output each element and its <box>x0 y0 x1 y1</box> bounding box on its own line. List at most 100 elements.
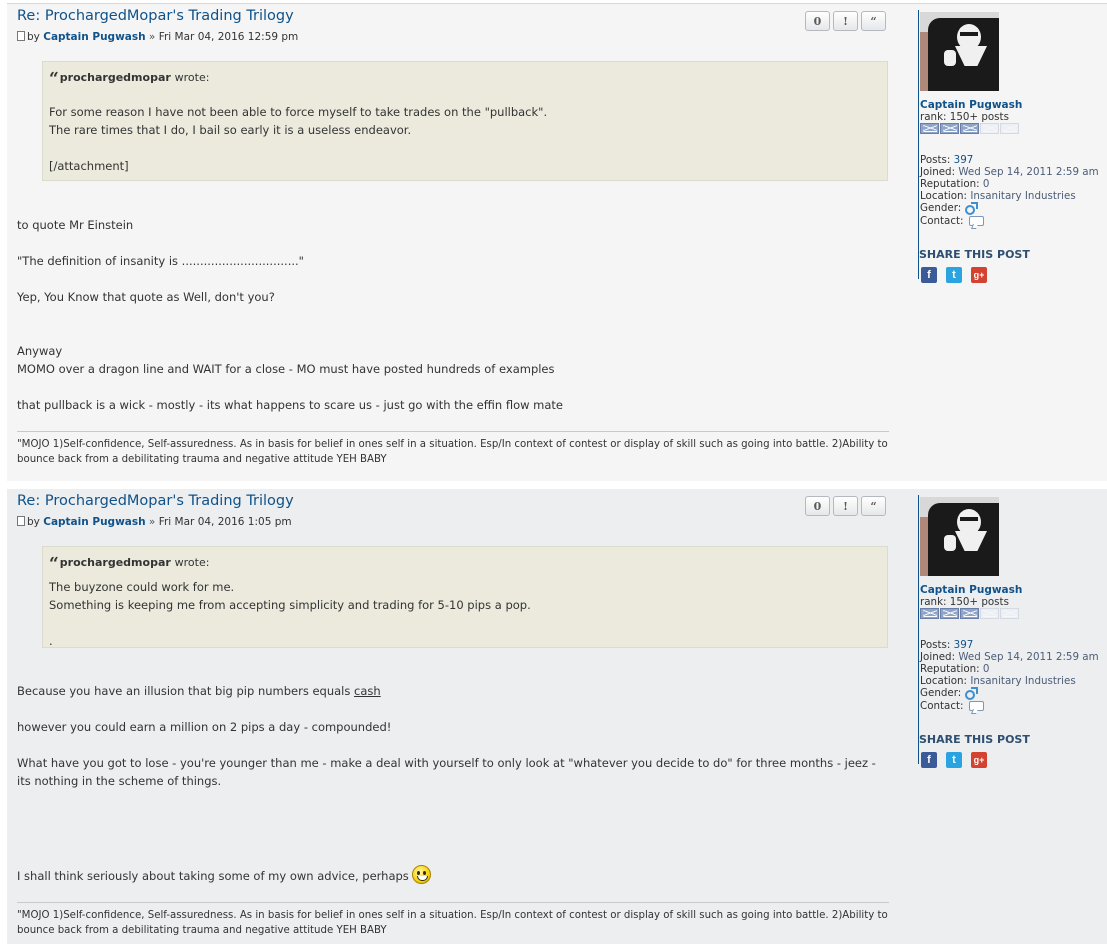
author-link[interactable]: Captain Pugwash <box>43 31 145 43</box>
post-profile: Captain Pugwash rank: 150+ posts Posts: … <box>918 10 1107 283</box>
quote-block: “prochargedmopar wrote: The buyzone coul… <box>42 546 888 648</box>
quote-wrote-label: wrote: <box>174 71 210 84</box>
signature: "MOJO 1)Self-confidence, Self-assurednes… <box>17 431 889 467</box>
reputation-value: 0 <box>982 178 990 190</box>
post-document-icon[interactable] <box>17 516 25 526</box>
post-profile: Captain Pugwash rank: 150+ posts Posts: … <box>918 495 1107 768</box>
posts-label: Posts: <box>920 639 951 651</box>
posts-count-link[interactable]: 397 <box>954 639 974 651</box>
report-button[interactable]: ! <box>833 11 858 31</box>
joined-value: Wed Sep 14, 2011 2:59 am <box>958 166 1099 178</box>
profile-rank: rank: 150+ posts <box>920 111 1009 123</box>
thanks-button[interactable]: 0 <box>805 496 830 516</box>
google-plus-icon[interactable]: g+ <box>971 267 987 283</box>
rank-envelopes <box>920 608 1019 619</box>
profile-posts: Posts: 397 <box>920 639 973 651</box>
twitter-icon[interactable]: t <box>946 267 962 283</box>
rank-envelopes <box>920 123 1019 134</box>
quote-line: The rare times that I do, I bail so earl… <box>49 123 412 137</box>
quote-line: The buyzone could work for me. <box>49 580 235 594</box>
profile-posts: Posts: 397 <box>920 154 973 166</box>
profile-gender: Gender: <box>920 687 978 700</box>
thanks-button[interactable]: 0 <box>805 11 830 31</box>
quote-line: Something is keeping me from accepting s… <box>49 598 531 612</box>
reputation-value: 0 <box>982 663 990 675</box>
facebook-icon[interactable]: f <box>921 752 937 768</box>
body-text: I shall think seriously about taking som… <box>17 869 409 883</box>
quote-line <box>49 614 881 632</box>
post-actions: 0 ! “ <box>805 496 886 516</box>
post-meta: by Captain Pugwash » Fri Mar 04, 2016 1:… <box>17 516 292 528</box>
posts-count-link[interactable]: 397 <box>954 154 974 166</box>
post-date: Fri Mar 04, 2016 1:05 pm <box>158 516 292 528</box>
post-title-link[interactable]: Re: ProchargedMopar's Trading Trilogy <box>17 8 294 24</box>
profile-joined: Joined: Wed Sep 14, 2011 2:59 am <box>920 651 1099 663</box>
location-label: Location: <box>920 190 968 202</box>
body-line: Yep, You Know that quote as Well, don't … <box>17 290 275 304</box>
profile-reputation: Reputation: 0 <box>920 178 989 190</box>
joined-label: Joined: <box>920 651 956 663</box>
quote-button[interactable]: “ <box>861 496 886 516</box>
underlined-text: cash <box>354 684 381 698</box>
quote-line: [/attachment] <box>49 159 129 173</box>
body-line: Anyway <box>17 344 63 358</box>
profile-username-link[interactable]: Captain Pugwash <box>920 99 1022 111</box>
reputation-label: Reputation: <box>920 663 980 675</box>
joined-value: Wed Sep 14, 2011 2:59 am <box>958 651 1099 663</box>
contact-speech-bubble-icon[interactable] <box>968 216 984 226</box>
profile-username-link[interactable]: Captain Pugwash <box>920 584 1022 596</box>
male-gender-icon <box>964 687 978 700</box>
quote-line: . <box>49 634 53 648</box>
profile-contact: Contact: <box>920 700 984 712</box>
twitter-icon[interactable]: t <box>946 752 962 768</box>
avatar[interactable] <box>920 497 999 576</box>
quote-block: “prochargedmopar wrote: For some reason … <box>42 61 888 181</box>
location-value: Insanitary Industries <box>970 675 1076 687</box>
facebook-icon[interactable]: f <box>921 267 937 283</box>
quote-wrote-label: wrote: <box>174 556 210 569</box>
post-meta: by Captain Pugwash » Fri Mar 04, 2016 12… <box>17 31 298 43</box>
post-title-link[interactable]: Re: ProchargedMopar's Trading Trilogy <box>17 493 294 509</box>
report-button[interactable]: ! <box>833 496 858 516</box>
rank-envelope-icon <box>980 608 999 619</box>
body-line: I shall think seriously about taking som… <box>17 865 431 884</box>
reputation-label: Reputation: <box>920 178 980 190</box>
profile-joined: Joined: Wed Sep 14, 2011 2:59 am <box>920 166 1099 178</box>
google-plus-icon[interactable]: g+ <box>971 752 987 768</box>
quote-cite: “prochargedmopar wrote: <box>49 554 881 574</box>
separator: » <box>148 31 156 43</box>
body-line: "The definition of insanity is .........… <box>17 254 304 268</box>
avatar[interactable] <box>920 12 999 91</box>
post-document-icon[interactable] <box>17 31 25 41</box>
rank-envelope-icon <box>1000 123 1019 134</box>
body-line: Because you have an illusion that big pi… <box>17 684 381 698</box>
posts-label: Posts: <box>920 154 951 166</box>
by-label: by <box>27 516 40 528</box>
quote-button[interactable]: “ <box>861 11 886 31</box>
post-1: Re: ProchargedMopar's Trading Trilogy by… <box>7 3 1107 481</box>
quote-author: prochargedmopar <box>59 71 171 84</box>
quote-line <box>49 139 881 157</box>
body-line: its nothing in the scheme of things. <box>17 774 222 788</box>
quote-line: For some reason I have not been able to … <box>49 105 548 119</box>
signature: "MOJO 1)Self-confidence, Self-assurednes… <box>17 902 889 938</box>
rank-envelope-icon <box>920 608 939 619</box>
separator: » <box>148 516 156 528</box>
contact-label: Contact: <box>920 700 964 712</box>
joined-label: Joined: <box>920 166 956 178</box>
author-link[interactable]: Captain Pugwash <box>43 516 145 528</box>
location-label: Location: <box>920 675 968 687</box>
post-2: Re: ProchargedMopar's Trading Trilogy by… <box>7 489 1107 944</box>
contact-speech-bubble-icon[interactable] <box>968 701 984 711</box>
profile-location: Location: Insanitary Industries <box>920 190 1076 202</box>
rank-envelope-icon <box>980 123 999 134</box>
post-date: Fri Mar 04, 2016 12:59 pm <box>158 31 299 43</box>
profile-location: Location: Insanitary Industries <box>920 675 1076 687</box>
body-line: What have you got to lose - you're young… <box>17 756 876 770</box>
body-line: however you could earn a million on 2 pi… <box>17 720 392 734</box>
post-actions: 0 ! “ <box>805 11 886 31</box>
body-line: to quote Mr Einstein <box>17 218 134 232</box>
male-gender-icon <box>964 202 978 215</box>
profile-reputation: Reputation: 0 <box>920 663 989 675</box>
quote-author: prochargedmopar <box>59 556 171 569</box>
